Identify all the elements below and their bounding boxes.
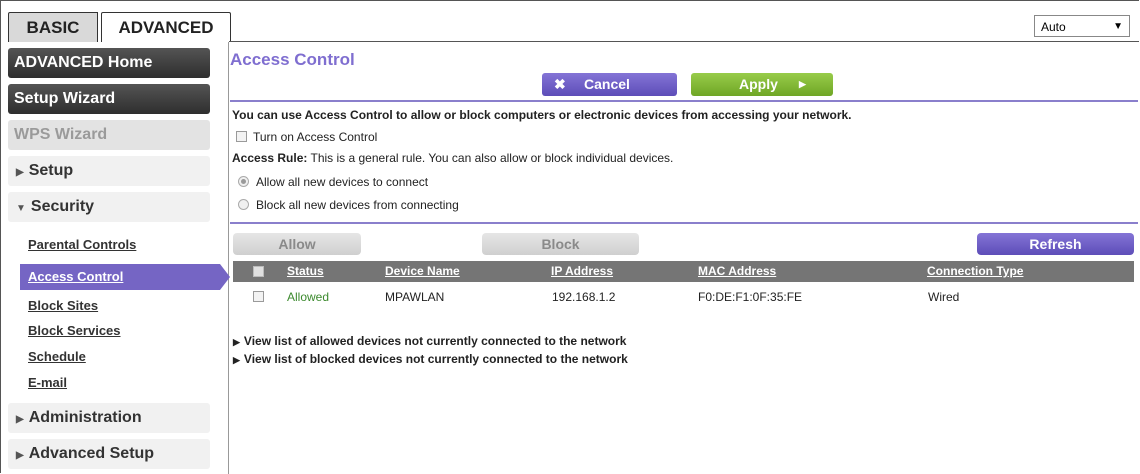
sidebar-item-setup-label: Setup: [28, 162, 74, 179]
column-header-mac-address[interactable]: MAC Address: [698, 261, 776, 282]
page-title: Access Control: [230, 50, 355, 69]
cancel-button[interactable]: ✖ Cancel: [542, 73, 677, 96]
column-header-device-name[interactable]: Device Name: [385, 261, 460, 282]
column-header-status[interactable]: Status: [287, 261, 324, 282]
apply-button[interactable]: Apply ▶: [691, 73, 833, 96]
sidebar-item-administration-label: Administration: [28, 409, 142, 426]
triangle-right-icon: ▶: [233, 337, 240, 347]
sidebar-item-advanced-setup[interactable]: ▶ Advanced Setup: [8, 439, 210, 469]
tab-basic[interactable]: BASIC: [8, 12, 98, 42]
sidebar-item-block-sites[interactable]: Block Sites: [28, 298, 98, 313]
language-select[interactable]: Auto ▼: [1034, 15, 1130, 37]
triangle-right-icon: ▶: [16, 414, 24, 425]
sidebar-item-access-control[interactable]: Access Control: [20, 264, 230, 290]
chevron-down-icon: ▼: [1113, 21, 1123, 32]
allow-all-radio[interactable]: [238, 176, 249, 187]
triangle-right-icon: ▶: [233, 355, 240, 365]
row-mac-address: F0:DE:F1:0F:35:FE: [698, 290, 803, 304]
triangle-right-icon: ▶: [16, 167, 24, 178]
sidebar-item-security[interactable]: ▼ Security: [8, 192, 210, 222]
sidebar-item-security-label: Security: [30, 198, 95, 215]
sidebar-item-block-services[interactable]: Block Services: [28, 323, 121, 338]
sidebar-item-setup[interactable]: ▶ Setup: [8, 156, 210, 186]
block-button[interactable]: Block: [482, 233, 639, 255]
turn-on-access-control-label: Turn on Access Control: [253, 130, 378, 144]
sidebar-item-parental-controls[interactable]: Parental Controls: [28, 237, 136, 252]
triangle-down-icon: ▼: [16, 203, 26, 214]
intro-text: You can use Access Control to allow or b…: [232, 108, 852, 122]
access-rule-label: Access Rule:: [232, 151, 308, 165]
view-allowed-link[interactable]: ▶ View list of allowed devices not curren…: [233, 334, 626, 348]
cancel-label: Cancel: [584, 76, 630, 92]
row-connection-type: Wired: [928, 290, 960, 304]
select-all-checkbox[interactable]: [253, 266, 264, 277]
row-checkbox[interactable]: [253, 291, 264, 302]
allow-button[interactable]: Allow: [233, 233, 361, 255]
refresh-button[interactable]: Refresh: [977, 233, 1134, 255]
language-value: Auto: [1041, 20, 1066, 34]
row-device-name: MPAWLAN: [385, 290, 445, 304]
access-rule-description: This is a general rule. You can also all…: [307, 151, 674, 165]
table-header: Status Device Name IP Address MAC Addres…: [233, 261, 1134, 282]
row-ip-address: 192.168.1.2: [552, 290, 616, 304]
sidebar-item-advanced-home[interactable]: ADVANCED Home: [8, 48, 210, 78]
tab-advanced[interactable]: ADVANCED: [101, 12, 231, 42]
access-rule-text: Access Rule: This is a general rule. You…: [232, 151, 673, 165]
sidebar-item-advanced-setup-label: Advanced Setup: [28, 445, 155, 462]
close-icon: ✖: [554, 76, 566, 92]
view-allowed-label: View list of allowed devices not current…: [243, 334, 627, 348]
apply-label: Apply: [739, 76, 778, 92]
allow-all-label: Allow all new devices to connect: [256, 175, 429, 189]
block-all-radio[interactable]: [238, 199, 249, 210]
triangle-right-icon: ▶: [16, 450, 24, 461]
column-header-connection-type[interactable]: Connection Type: [927, 261, 1023, 282]
sidebar-item-schedule[interactable]: Schedule: [28, 349, 86, 364]
turn-on-access-control-checkbox[interactable]: [236, 131, 247, 142]
top-divider: [229, 41, 1139, 42]
divider: [230, 100, 1138, 102]
sidebar: ADVANCED Home Setup Wizard WPS Wizard ▶ S…: [8, 42, 230, 474]
arrow-right-icon: ▶: [799, 79, 806, 89]
divider: [230, 222, 1138, 224]
sidebar-item-email[interactable]: E-mail: [28, 375, 67, 390]
sidebar-item-setup-wizard[interactable]: Setup Wizard: [8, 84, 210, 114]
column-header-ip-address[interactable]: IP Address: [551, 261, 613, 282]
sidebar-item-administration[interactable]: ▶ Administration: [8, 403, 210, 433]
top-tabs: BASIC ADVANCED: [8, 12, 231, 42]
sidebar-item-wps-wizard[interactable]: WPS Wizard: [8, 120, 210, 150]
view-blocked-link[interactable]: ▶ View list of blocked devices not curren…: [233, 352, 628, 366]
row-status: Allowed: [287, 290, 330, 304]
block-all-label: Block all new devices from connecting: [256, 198, 459, 212]
view-blocked-label: View list of blocked devices not current…: [243, 352, 628, 366]
